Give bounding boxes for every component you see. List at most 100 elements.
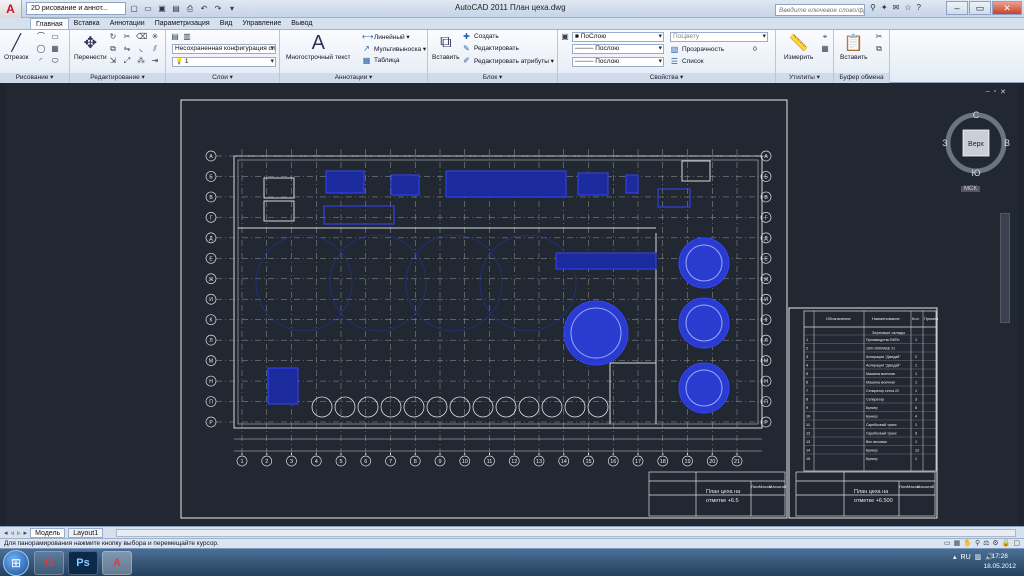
utilities-panel-title[interactable]: Утилиты ▾: [776, 73, 833, 83]
measure-button[interactable]: 📏 Измерить: [784, 32, 813, 61]
insert-block-button[interactable]: ⧉ Вставить: [432, 32, 460, 61]
language-indicator[interactable]: RU: [961, 554, 971, 561]
color-combo[interactable]: ■ ПоСлою: [572, 32, 664, 42]
annotation-panel-title[interactable]: Аннотации ▾: [280, 73, 427, 83]
layer-properties-icon[interactable]: ▤: [170, 32, 180, 42]
erase-icon[interactable]: ⌫: [136, 32, 147, 42]
application-menu-button[interactable]: A: [0, 0, 22, 18]
modify-panel-title[interactable]: Редактирование ▾: [70, 73, 165, 83]
mirror-icon[interactable]: ⇋: [122, 44, 132, 54]
tray-expand-icon[interactable]: ▴: [953, 553, 957, 561]
close-button[interactable]: ✕: [992, 1, 1022, 15]
favorites-icon[interactable]: ☆: [904, 3, 911, 12]
maximize-button[interactable]: ▭: [969, 1, 991, 15]
communication-icon[interactable]: ✉: [893, 3, 900, 12]
arc-icon[interactable]: ◜: [36, 56, 46, 66]
tab-parametric[interactable]: Параметризация: [150, 18, 215, 29]
current-layer-combo[interactable]: 💡 1: [172, 57, 276, 67]
fillet-icon[interactable]: ◟: [136, 44, 146, 54]
calculator-icon[interactable]: ▦: [820, 44, 830, 54]
prev-layout-icon[interactable]: ◃: [11, 529, 15, 537]
create-block-button[interactable]: ✚ Создать: [462, 32, 499, 41]
tab-model[interactable]: Модель: [30, 527, 66, 538]
open-icon[interactable]: ▭: [142, 3, 154, 15]
subscription-icon[interactable]: ✦: [881, 3, 888, 12]
linetype-combo[interactable]: ──── Послою: [572, 57, 664, 67]
viewport-close-icon[interactable]: ✕: [1000, 88, 1006, 96]
minimize-button[interactable]: –: [946, 1, 968, 15]
offset-icon[interactable]: ⫽: [150, 44, 160, 54]
help-icon[interactable]: ?: [916, 3, 920, 12]
line-button[interactable]: ╱ Отрезок: [4, 32, 29, 61]
edit-block-button[interactable]: ✎ Редактировать: [462, 44, 519, 53]
layers-panel-title[interactable]: Слои ▾: [166, 73, 279, 83]
table-button[interactable]: ▦ Таблица: [362, 56, 400, 65]
polyline-icon[interactable]: ⌒: [36, 32, 46, 42]
search-input[interactable]: Введите ключевое слово/фразу: [775, 4, 865, 16]
plotstyle-combo[interactable]: ПоЦвету: [670, 32, 768, 42]
match-properties-icon[interactable]: ▣: [560, 32, 570, 42]
save-icon[interactable]: ▣: [156, 3, 168, 15]
list-button[interactable]: ☰ Список: [670, 57, 704, 66]
layer-states-icon[interactable]: ▥: [182, 32, 192, 42]
copy-clip-icon[interactable]: ⧉: [874, 44, 884, 54]
multileader-button[interactable]: ↗ Мультивыноска ▾: [362, 44, 426, 53]
photoshop-icon[interactable]: Ps: [68, 551, 98, 575]
autocad-taskbar-icon[interactable]: A: [102, 551, 132, 575]
last-layout-icon[interactable]: ▸: [24, 529, 28, 537]
ellipse-icon[interactable]: ⬭: [50, 56, 60, 66]
tab-layout1[interactable]: Layout1: [68, 527, 104, 538]
start-button[interactable]: ⊞: [3, 550, 29, 576]
workspace-selector[interactable]: 2D рисование и аннот...: [26, 2, 126, 15]
trim-icon[interactable]: ✂: [122, 32, 132, 42]
extend-icon[interactable]: ⇥: [150, 56, 160, 66]
tab-home[interactable]: Главная: [30, 18, 69, 29]
hatch-icon[interactable]: ▦: [50, 44, 60, 54]
viewport-minimize-icon[interactable]: –: [986, 88, 990, 96]
horizontal-scrollbar[interactable]: [116, 528, 1016, 537]
save-as-icon[interactable]: ▤: [170, 3, 182, 15]
block-panel-title[interactable]: Блок ▾: [428, 73, 557, 83]
mtext-button[interactable]: A Многострочный текст: [286, 32, 351, 62]
transparency-control[interactable]: ▧ Прозрачность 0: [670, 45, 757, 54]
clock[interactable]: 17:28 18.05.2012: [983, 552, 1016, 572]
new-icon[interactable]: ▢: [128, 3, 140, 15]
tab-output[interactable]: Вывод: [286, 18, 317, 29]
drawing-canvas[interactable]: 1 2 3 4 5 6 7 8 9 10 11 12 13 14 15 16 17 18 19 20 21 АБВГДЕ…: [6, 83, 1018, 526]
tab-view[interactable]: Вид: [215, 18, 238, 29]
draw-panel-title[interactable]: Рисование ▾: [0, 73, 69, 83]
linear-dim-button[interactable]: ⟷ Линейный ▾: [362, 32, 410, 41]
move-button[interactable]: ✥ Перенести: [74, 32, 107, 61]
viewcube[interactable]: Верх С Ю З В: [941, 108, 1011, 178]
transparency-value[interactable]: 0: [753, 46, 757, 53]
network-icon[interactable]: ▥: [975, 553, 982, 561]
explode-icon[interactable]: ✳: [150, 32, 160, 42]
undo-icon[interactable]: ↶: [198, 3, 210, 15]
wcs-menu[interactable]: МСК: [961, 186, 980, 192]
rotate-icon[interactable]: ↻: [108, 32, 118, 42]
scale-icon[interactable]: ⤢: [122, 56, 132, 66]
lineweight-combo[interactable]: ──── Послою: [572, 44, 664, 54]
copy-icon[interactable]: ⧉: [108, 44, 118, 54]
tab-insert[interactable]: Вставка: [69, 18, 105, 29]
next-layout-icon[interactable]: ▹: [17, 529, 21, 537]
tab-annotate[interactable]: Аннотации: [105, 18, 150, 29]
navigation-bar[interactable]: [1000, 213, 1010, 323]
array-icon[interactable]: ⁂: [136, 56, 146, 66]
quick-select-icon[interactable]: ⌖: [820, 32, 830, 42]
rectangle-icon[interactable]: ▭: [50, 32, 60, 42]
paste-button[interactable]: 📋 Вставить: [840, 32, 868, 61]
first-layout-icon[interactable]: ◂: [4, 529, 8, 537]
redo-icon[interactable]: ↷: [212, 3, 224, 15]
print-icon[interactable]: ⎙: [184, 3, 196, 15]
layer-state-combo[interactable]: Несохраненная конфигурация сл: [172, 44, 276, 54]
search-icon[interactable]: ⚲: [870, 3, 876, 12]
properties-panel-title[interactable]: Свойства ▾: [558, 73, 775, 83]
opera-icon[interactable]: O: [34, 551, 64, 575]
cut-icon[interactable]: ✂: [874, 32, 884, 42]
edit-attributes-button[interactable]: ✐ Редактировать атрибуты ▾: [462, 56, 554, 65]
tab-manage[interactable]: Управление: [237, 18, 286, 29]
circle-icon[interactable]: ◯: [36, 44, 46, 54]
stretch-icon[interactable]: ⇲: [108, 56, 118, 66]
viewport-restore-icon[interactable]: ▫: [994, 88, 996, 96]
